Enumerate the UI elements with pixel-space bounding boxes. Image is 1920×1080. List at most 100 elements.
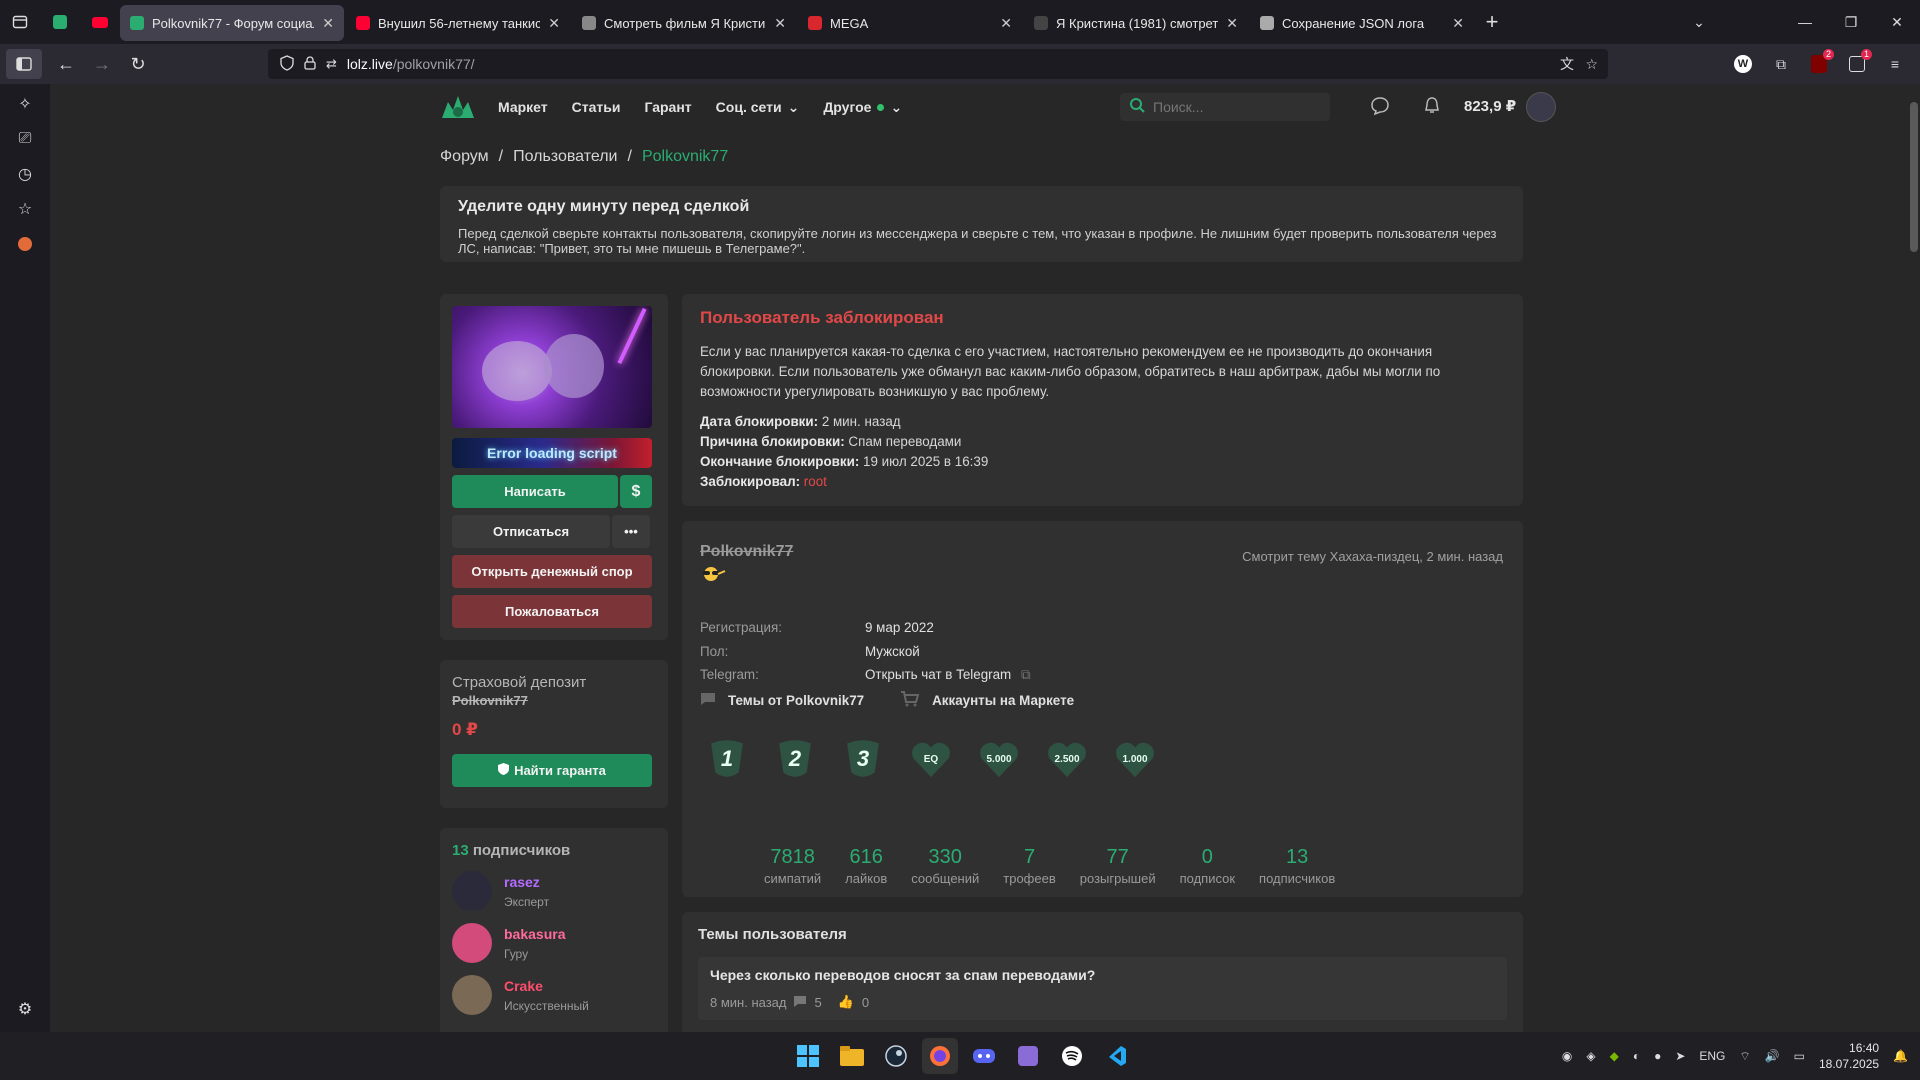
vscode-icon[interactable] <box>1098 1038 1134 1074</box>
shield-icon[interactable] <box>280 54 294 74</box>
avatar[interactable] <box>452 923 492 963</box>
pinned-tab-youtube[interactable] <box>80 0 120 44</box>
permissions-icon[interactable]: ⇄ <box>326 56 337 72</box>
stat-item[interactable]: 616 лайков <box>833 846 899 886</box>
pinned-tab-lolz[interactable] <box>40 0 80 44</box>
extensions-puzzle-icon[interactable]: ⧉ <box>1766 49 1796 79</box>
subscriber-item[interactable]: Crake Искусственный <box>452 975 656 1015</box>
stat-item[interactable]: 7 трофеев <box>991 846 1067 886</box>
breadcrumb-users[interactable]: Пользователи <box>513 148 617 166</box>
menu-hamburger-icon[interactable]: ≡ <box>1880 49 1910 79</box>
breadcrumb-current[interactable]: Polkovnik77 <box>642 148 728 166</box>
extension-w-icon[interactable]: W <box>1728 49 1758 79</box>
history-icon[interactable]: ◷ <box>0 156 50 191</box>
market-accounts-link[interactable]: Аккаунты на Маркете <box>900 691 1074 710</box>
steam-tray-icon[interactable]: ◈ <box>1586 1049 1595 1063</box>
trophy-badge-icon[interactable]: 3 <box>840 736 886 782</box>
close-window-button[interactable]: ✕ <box>1874 14 1920 31</box>
topic-item[interactable]: Через сколько переводов сносят за спам п… <box>698 957 1507 1020</box>
game-launcher-icon[interactable] <box>1010 1038 1046 1074</box>
steam-icon[interactable] <box>878 1038 914 1074</box>
new-tab-button[interactable]: + <box>1474 9 1510 35</box>
spotify-icon[interactable] <box>1054 1038 1090 1074</box>
bookmarks-icon[interactable]: ☆ <box>0 191 50 226</box>
browser-tab[interactable]: Polkovnik77 - Форум социальн ✕ <box>120 5 344 41</box>
browser-tab[interactable]: Я Кристина (1981) смотреть о ✕ <box>1024 5 1248 41</box>
extension-counter-icon[interactable]: 1 <box>1842 49 1872 79</box>
subscriber-name[interactable]: Crake <box>504 978 589 994</box>
customize-sidebar-gear-icon[interactable]: ⚙ <box>0 991 50 1026</box>
back-icon[interactable]: ← <box>48 49 84 79</box>
browser-tab[interactable]: MEGA ✕ <box>798 5 1022 41</box>
subscriber-name[interactable]: bakasura <box>504 926 565 942</box>
trophy-badge-icon[interactable]: 1 <box>704 736 750 782</box>
bell-icon[interactable] <box>1422 96 1442 119</box>
language-indicator[interactable]: ENG <box>1699 1049 1725 1063</box>
nav-market[interactable]: Маркет <box>498 99 548 115</box>
trophy-badge-icon[interactable]: 2 <box>772 736 818 782</box>
conversations-icon[interactable] <box>1370 96 1390 119</box>
open-dispute-button[interactable]: Открыть денежный спор <box>452 555 652 588</box>
profile-avatar-image[interactable] <box>452 306 652 428</box>
stat-item[interactable]: 330 сообщений <box>899 846 991 886</box>
subscriber-item[interactable]: bakasura Гуру <box>452 923 656 963</box>
stat-item[interactable]: 0 подписок <box>1168 846 1247 886</box>
search-input[interactable] <box>1153 99 1313 115</box>
tab-close-icon[interactable]: ✕ <box>774 15 786 32</box>
telegram-tray-icon[interactable]: ➤ <box>1675 1049 1685 1063</box>
user-topics-link[interactable]: Темы от Polkovnik77 <box>700 691 864 710</box>
minimize-button[interactable]: — <box>1782 14 1828 30</box>
tab-close-icon[interactable]: ✕ <box>1000 15 1012 32</box>
nav-guarant[interactable]: Гарант <box>644 99 691 115</box>
sidebar-toggle-icon[interactable] <box>6 49 42 79</box>
reload-icon[interactable]: ↻ <box>120 49 156 79</box>
tab-overflow-chevron-icon[interactable]: ⌄ <box>1676 14 1722 31</box>
volume-icon[interactable]: 🔊 <box>1765 1049 1780 1063</box>
browser-tab[interactable]: Внушил 56-летнему танкисту, ч ✕ <box>346 5 570 41</box>
stat-item[interactable]: 77 розыгрышей <box>1068 846 1168 886</box>
trophy-badge-icon[interactable]: 5.000 <box>976 736 1022 782</box>
tray-app-icon[interactable]: ◐ <box>1633 1049 1640 1063</box>
extension-ublock-icon[interactable]: 2 <box>1804 49 1834 79</box>
write-button[interactable]: Написать <box>452 475 618 508</box>
profile-status[interactable]: Смотрит тему Хахаха-пиздец, 2 мин. назад <box>1242 549 1503 564</box>
avatar[interactable] <box>452 871 492 911</box>
tab-close-icon[interactable]: ✕ <box>1226 15 1238 32</box>
nav-social[interactable]: Соц. сети ⌄ <box>716 99 800 116</box>
browser-tab[interactable]: Смотреть фильм Я Кристина о ✕ <box>572 5 796 41</box>
trophy-badge-icon[interactable]: EQ <box>908 736 954 782</box>
stat-item[interactable]: 7818 симпатий <box>752 846 833 886</box>
translate-icon[interactable]: 文 <box>1560 54 1574 74</box>
extension-sidebar-icon[interactable] <box>0 226 50 261</box>
battery-icon[interactable]: ▭ <box>1794 1049 1805 1063</box>
tab-close-icon[interactable]: ✕ <box>1452 15 1464 32</box>
notifications-icon[interactable]: 🔔 <box>1893 1049 1908 1063</box>
url-text[interactable]: lolz.live/polkovnik77/ <box>347 56 475 72</box>
trophy-badge-icon[interactable]: 2.500 <box>1044 736 1090 782</box>
find-guarant-button[interactable]: Найти гаранта <box>452 754 652 787</box>
discord-tray-icon[interactable]: ◉ <box>1562 1049 1572 1063</box>
user-avatar[interactable] <box>1526 92 1556 122</box>
subscribers-title[interactable]: 13 подписчиков <box>452 842 656 859</box>
telegram-link[interactable]: Открыть чат в Telegram <box>865 667 1011 682</box>
nav-articles[interactable]: Статьи <box>572 99 621 115</box>
tab-close-icon[interactable]: ✕ <box>322 15 334 32</box>
forward-icon[interactable]: → <box>84 49 120 79</box>
stat-item[interactable]: 13 подписчиков <box>1247 846 1347 886</box>
trophy-badge-icon[interactable]: 1.000 <box>1112 736 1158 782</box>
browser-tab[interactable]: Сохранение JSON лога ✕ <box>1250 5 1474 41</box>
spotify-tray-icon[interactable]: ● <box>1654 1049 1661 1063</box>
report-button[interactable]: Пожаловаться <box>452 595 652 628</box>
search-box[interactable] <box>1120 93 1330 121</box>
tab-close-icon[interactable]: ✕ <box>548 15 560 32</box>
site-logo-icon[interactable] <box>440 92 476 122</box>
url-bar[interactable]: ⇄ lolz.live/polkovnik77/ 文 ☆ <box>268 49 1608 79</box>
subscriber-item[interactable]: rasez Эксперт <box>452 871 656 911</box>
balance-amount[interactable]: 823,9 ₽ <box>1464 97 1516 115</box>
ban-by-user[interactable]: root <box>804 474 827 489</box>
more-options-button[interactable]: ••• <box>612 515 650 548</box>
file-explorer-icon[interactable] <box>834 1038 870 1074</box>
discord-icon[interactable] <box>966 1038 1002 1074</box>
synced-tabs-icon[interactable]: ⎚ <box>0 121 50 156</box>
copy-icon[interactable]: ⧉ <box>1021 667 1031 682</box>
